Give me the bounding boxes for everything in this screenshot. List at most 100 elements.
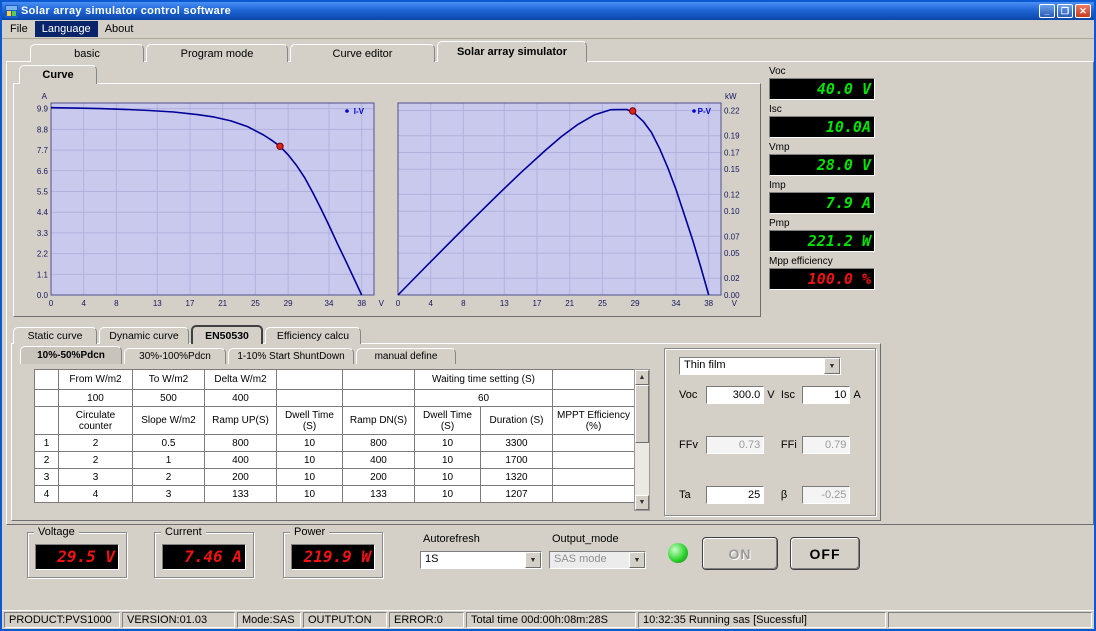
ta-param-input[interactable] bbox=[706, 486, 764, 504]
en50530-cell[interactable]: 500 bbox=[133, 390, 205, 407]
en50530-cell[interactable]: 800 bbox=[205, 435, 277, 452]
maximize-icon[interactable]: ❐ bbox=[1057, 4, 1073, 18]
tab-program-mode[interactable]: Program mode bbox=[146, 44, 288, 62]
close-icon[interactable]: ✕ bbox=[1075, 4, 1091, 18]
pv-model-select[interactable]: Thin film ▼ bbox=[679, 357, 841, 375]
chevron-down-icon[interactable]: ▼ bbox=[824, 358, 840, 374]
en50530-cell[interactable]: 2 bbox=[59, 452, 133, 469]
en50530-cell[interactable]: Duration (S) bbox=[481, 407, 553, 435]
tab-curve-editor[interactable]: Curve editor bbox=[290, 44, 435, 62]
on-button[interactable]: ON bbox=[702, 537, 778, 570]
en50530-cell[interactable]: 1700 bbox=[481, 452, 553, 469]
en50530-cell[interactable]: 2 bbox=[133, 469, 205, 486]
tab-basic[interactable]: basic bbox=[30, 44, 144, 62]
en50530-cell[interactable]: 200 bbox=[205, 469, 277, 486]
tab-efficiency-calcu[interactable]: Efficiency calcu bbox=[265, 327, 361, 344]
en50530-cell[interactable]: 2 bbox=[35, 452, 59, 469]
en50530-cell[interactable] bbox=[277, 390, 343, 407]
en50530-cell[interactable]: 800 bbox=[343, 435, 415, 452]
en50530-cell[interactable]: 133 bbox=[343, 486, 415, 503]
off-button[interactable]: OFF bbox=[790, 537, 860, 570]
en50530-cell[interactable]: Delta W/m2 bbox=[205, 370, 277, 390]
en50530-cell[interactable]: 100 bbox=[59, 390, 133, 407]
en50530-cell[interactable] bbox=[553, 469, 635, 486]
en50530-cell[interactable]: Dwell Time (S) bbox=[415, 407, 481, 435]
en50530-cell[interactable]: 400 bbox=[205, 452, 277, 469]
en50530-cell[interactable]: 4 bbox=[59, 486, 133, 503]
minimize-icon[interactable]: _ bbox=[1039, 4, 1055, 18]
en50530-cell[interactable]: 133 bbox=[205, 486, 277, 503]
tab-dynamic-curve[interactable]: Dynamic curve bbox=[99, 327, 189, 344]
tab-start-shuntdown[interactable]: 1-10% Start ShuntDown bbox=[228, 348, 354, 364]
en50530-cell[interactable] bbox=[35, 390, 59, 407]
en50530-cell[interactable]: 10 bbox=[277, 486, 343, 503]
en50530-cell[interactable] bbox=[35, 407, 59, 435]
ffi-param-input[interactable] bbox=[802, 436, 850, 454]
en50530-cell[interactable]: 10 bbox=[415, 452, 481, 469]
output-mode-select[interactable]: SAS mode ▼ bbox=[549, 551, 646, 569]
en50530-cell[interactable] bbox=[553, 370, 635, 390]
chevron-down-icon[interactable]: ▼ bbox=[629, 552, 645, 568]
autorefresh-select[interactable]: 1S ▼ bbox=[420, 551, 542, 569]
en50530-cell[interactable]: 0.5 bbox=[133, 435, 205, 452]
beta-param-input[interactable] bbox=[802, 486, 850, 504]
en50530-cell[interactable]: MPPT Efficiency (%) bbox=[553, 407, 635, 435]
en50530-cell[interactable]: 4 bbox=[35, 486, 59, 503]
en50530-cell[interactable]: 10 bbox=[415, 486, 481, 503]
scroll-up-icon[interactable]: ▲ bbox=[635, 370, 649, 385]
en50530-cell[interactable] bbox=[343, 390, 415, 407]
en50530-cell[interactable] bbox=[35, 370, 59, 390]
en50530-cell[interactable]: Circulate counter bbox=[59, 407, 133, 435]
en50530-cell[interactable]: 3 bbox=[59, 469, 133, 486]
en50530-cell[interactable]: 1 bbox=[133, 452, 205, 469]
en50530-cell[interactable]: 10 bbox=[277, 452, 343, 469]
tab-manual-define[interactable]: manual define bbox=[356, 348, 456, 364]
tab-static-curve[interactable]: Static curve bbox=[13, 327, 97, 344]
en50530-cell[interactable]: 3 bbox=[133, 486, 205, 503]
en50530-cell[interactable]: 10 bbox=[415, 469, 481, 486]
en50530-cell[interactable] bbox=[277, 370, 343, 390]
en50530-cell[interactable]: 10 bbox=[277, 469, 343, 486]
en50530-cell[interactable] bbox=[553, 390, 635, 407]
en50530-cell[interactable]: To W/m2 bbox=[133, 370, 205, 390]
en50530-cell[interactable]: 2 bbox=[59, 435, 133, 452]
scrollbar-thumb[interactable] bbox=[635, 385, 649, 443]
scroll-down-icon[interactable]: ▼ bbox=[635, 495, 649, 510]
en50530-cell[interactable]: Waiting time setting (S) bbox=[415, 370, 553, 390]
en50530-cell[interactable]: Slope W/m2 bbox=[133, 407, 205, 435]
en50530-cell[interactable]: 200 bbox=[343, 469, 415, 486]
ffv-param-input[interactable] bbox=[706, 436, 764, 454]
voc-param-input[interactable] bbox=[706, 386, 764, 404]
menu-language[interactable]: Language bbox=[35, 21, 98, 37]
en50530-cell[interactable]: Ramp UP(S) bbox=[205, 407, 277, 435]
en50530-cell[interactable] bbox=[553, 435, 635, 452]
en50530-cell[interactable]: 1 bbox=[35, 435, 59, 452]
en50530-cell[interactable] bbox=[553, 486, 635, 503]
tab-10-50-pdcn[interactable]: 10%-50%Pdcn bbox=[20, 346, 122, 364]
en50530-cell[interactable] bbox=[343, 370, 415, 390]
en50530-cell[interactable] bbox=[553, 452, 635, 469]
menu-about[interactable]: About bbox=[98, 21, 141, 37]
en50530-cell[interactable]: 1207 bbox=[481, 486, 553, 503]
en50530-cell[interactable]: Dwell Time (S) bbox=[277, 407, 343, 435]
menu-file[interactable]: File bbox=[3, 21, 35, 37]
svg-text:13: 13 bbox=[153, 299, 162, 308]
en50530-cell[interactable]: Ramp DN(S) bbox=[343, 407, 415, 435]
en50530-cell[interactable]: 3300 bbox=[481, 435, 553, 452]
en50530-cell[interactable]: 400 bbox=[205, 390, 277, 407]
status-output: OUTPUT:ON bbox=[303, 612, 387, 628]
en50530-cell[interactable]: 400 bbox=[343, 452, 415, 469]
chevron-down-icon[interactable]: ▼ bbox=[525, 552, 541, 568]
isc-param-input[interactable] bbox=[802, 386, 850, 404]
en50530-cell[interactable]: 10 bbox=[277, 435, 343, 452]
tab-curve[interactable]: Curve bbox=[19, 65, 97, 84]
en50530-cell[interactable]: 3 bbox=[35, 469, 59, 486]
table-scrollbar[interactable]: ▲ ▼ bbox=[634, 369, 650, 511]
tab-30-100-pdcn[interactable]: 30%-100%Pdcn bbox=[124, 348, 226, 364]
tab-en50530[interactable]: EN50530 bbox=[191, 325, 263, 344]
en50530-cell[interactable]: 10 bbox=[415, 435, 481, 452]
en50530-cell[interactable]: From W/m2 bbox=[59, 370, 133, 390]
tab-solar-array-simulator[interactable]: Solar array simulator bbox=[437, 41, 587, 62]
en50530-cell[interactable]: 1320 bbox=[481, 469, 553, 486]
en50530-cell[interactable]: 60 bbox=[415, 390, 553, 407]
